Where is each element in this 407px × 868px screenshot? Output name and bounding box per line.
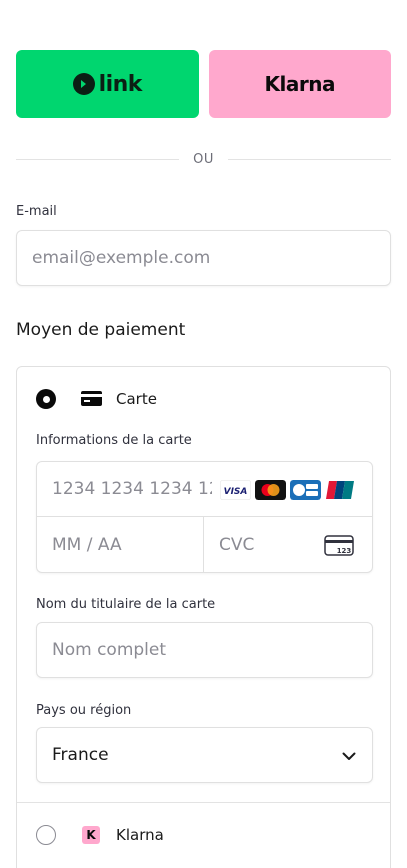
divider-line-right — [227, 158, 391, 160]
svg-text:123: 123 — [337, 547, 352, 555]
email-field[interactable]: email@exemple.com — [16, 230, 391, 286]
link-arrow-icon — [72, 73, 95, 95]
card-brands: VISA — [220, 480, 356, 500]
cvc-placeholder: CVC — [219, 534, 255, 555]
expiry-placeholder: MM / AA — [52, 534, 122, 555]
expiry-input[interactable]: MM / AA — [37, 517, 204, 572]
cvc-card-icon: 123 — [324, 535, 354, 556]
mastercard-icon — [255, 480, 286, 500]
or-divider: OU — [16, 150, 391, 168]
email-label: E-mail — [16, 204, 57, 219]
payment-method-box: Carte Informations de la carte 1234 1234… — [16, 366, 391, 868]
card-number-placeholder: 1234 1234 1234 1234 — [52, 479, 212, 499]
chevron-down-icon — [342, 752, 356, 760]
svg-text:VISA: VISA — [224, 487, 248, 497]
klarna-icon: K — [82, 826, 100, 844]
divider-text: OU — [193, 151, 214, 167]
card-info-label: Informations de la carte — [36, 433, 192, 448]
country-label: Pays ou région — [36, 703, 132, 718]
country-value: France — [52, 745, 109, 765]
visa-icon: VISA — [220, 480, 251, 500]
holder-placeholder: Nom complet — [52, 640, 167, 660]
cvc-input[interactable]: CVC 123 — [204, 517, 372, 572]
klarna-pay-button[interactable]: Klarna — [208, 50, 391, 118]
card-radio-selected[interactable] — [36, 389, 56, 409]
express-checkout: link Klarna — [16, 50, 391, 118]
cartes-bancaires-icon — [290, 480, 321, 500]
country-select[interactable]: France — [36, 727, 373, 783]
link-label: link — [98, 71, 143, 97]
payment-method-title: Moyen de paiement — [16, 320, 186, 340]
unionpay-icon — [325, 480, 356, 500]
card-option-label[interactable]: Carte — [116, 390, 157, 408]
klarna-option-label[interactable]: Klarna — [116, 826, 164, 844]
holder-name-input[interactable]: Nom complet — [36, 622, 373, 678]
option-separator — [17, 802, 390, 803]
holder-label: Nom du titulaire de la carte — [36, 597, 216, 612]
link-pay-button[interactable]: link — [16, 50, 199, 118]
klarna-radio[interactable] — [36, 825, 56, 845]
card-details-group: 1234 1234 1234 1234 VISA — [36, 461, 373, 573]
klarna-logo: Klarna — [264, 72, 336, 96]
email-placeholder: email@exemple.com — [32, 248, 211, 268]
link-logo: link — [72, 71, 143, 97]
divider-line-left — [16, 158, 180, 160]
card-icon — [81, 391, 102, 406]
